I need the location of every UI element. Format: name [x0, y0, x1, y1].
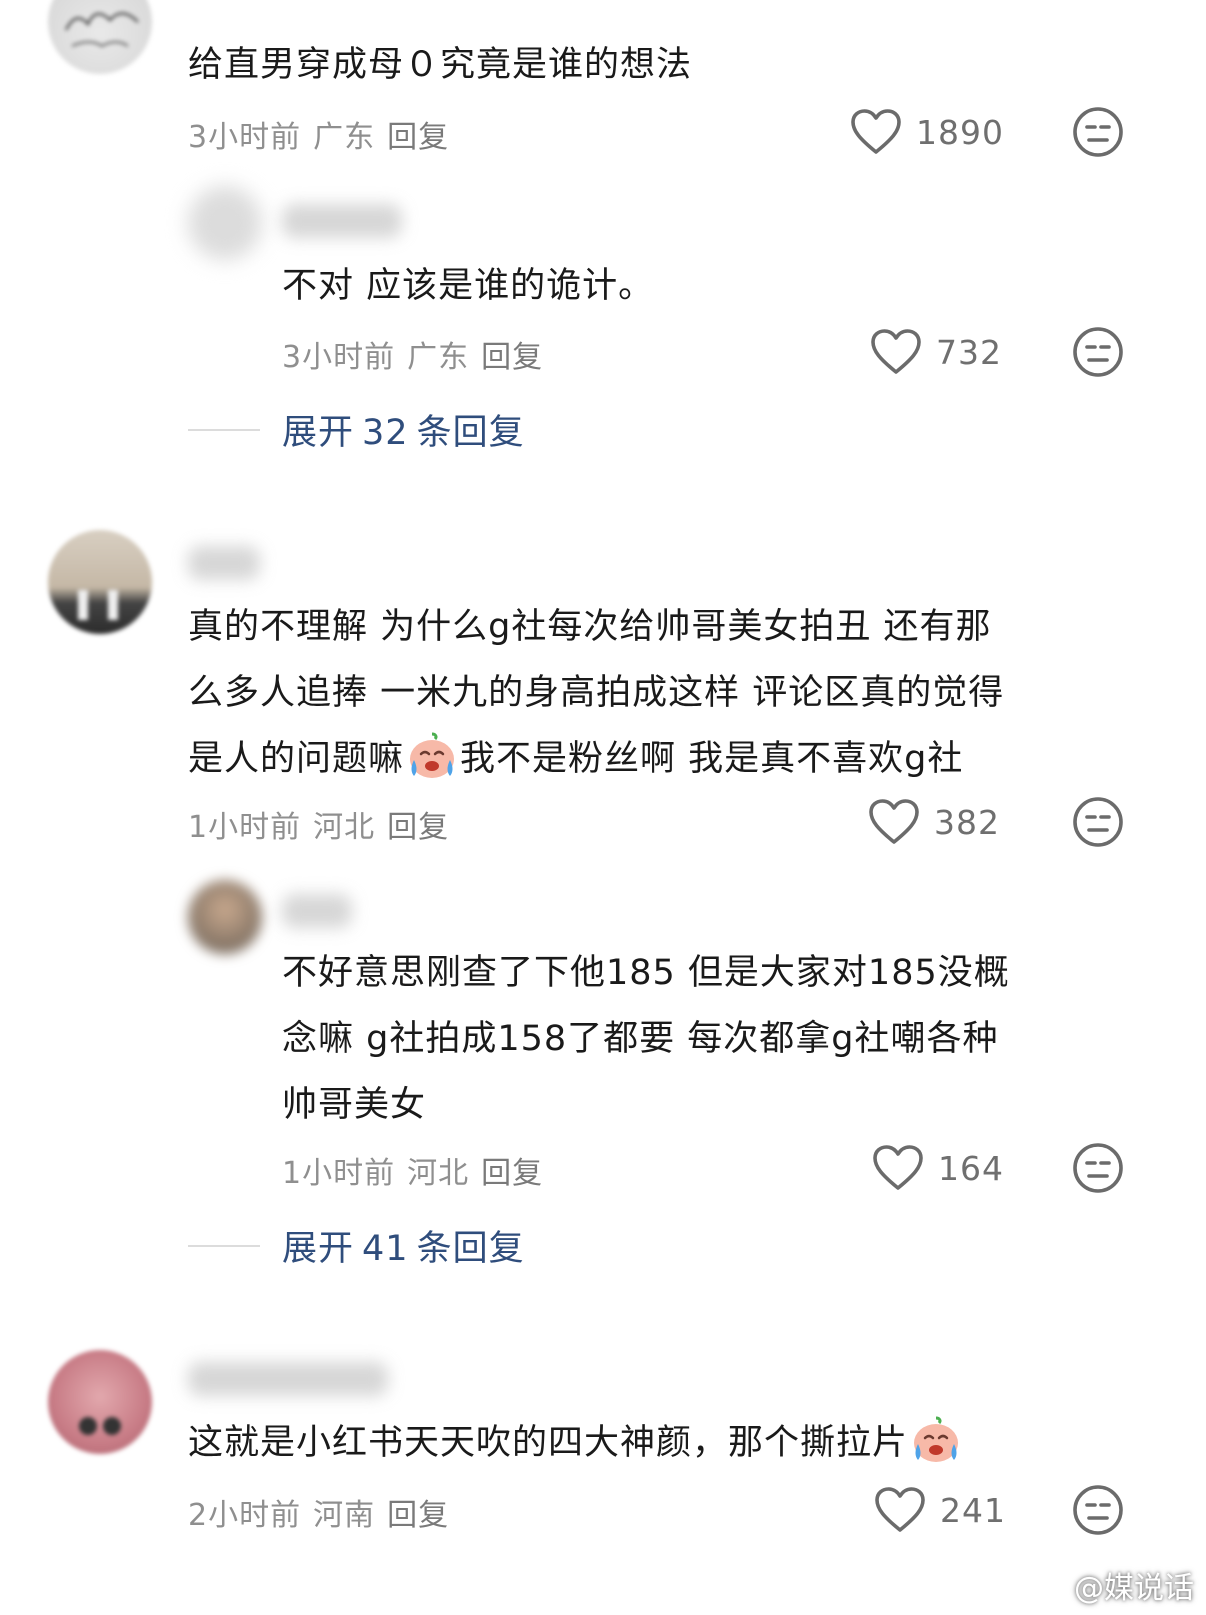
region: 河北 [313, 810, 376, 845]
heart-outline-icon [872, 1144, 924, 1192]
neutral-face-icon[interactable] [1072, 326, 1124, 378]
crying-emoji-icon [910, 1414, 962, 1466]
avatar[interactable] [188, 880, 262, 954]
comment-meta: 1小时前 河北 回复 [188, 802, 461, 846]
avatar[interactable] [48, 530, 152, 634]
reply-text: 不好意思刚查了下他185 但是大家对185没概 念嘛 g社拍成158了都要 每次… [282, 940, 1010, 1138]
expand-replies-button[interactable]: 展开 41 条回复 [188, 1220, 525, 1271]
comment-line: 不好意思刚查了下他185 但是大家对185没概 [282, 953, 1010, 993]
divider [188, 428, 260, 431]
heart-outline-icon [870, 328, 922, 376]
avatar[interactable] [48, 1350, 152, 1454]
reply-button[interactable]: 回复 [387, 120, 449, 155]
region: 河北 [407, 1156, 470, 1191]
username-blurred [282, 894, 352, 928]
watermark-text: @媒说话 [1074, 1571, 1194, 1606]
timestamp: 3小时前 [188, 120, 302, 155]
like-count: 164 [938, 1148, 1004, 1188]
heart-outline-icon [850, 108, 902, 156]
expand-prefix: 展开 [282, 413, 355, 453]
like-button[interactable]: 164 [872, 1142, 1004, 1194]
comment-text: 真的不理解 为什么g社每次给帅哥美女拍丑 还有那 么多人追捧 一米九的身高拍成这… [188, 594, 1004, 792]
like-count: 732 [936, 332, 1002, 372]
timestamp: 2小时前 [188, 1498, 302, 1533]
comment-line-part: 是人的问题嘛 [188, 739, 405, 779]
expand-count: 41 [362, 1229, 409, 1269]
comment-line: 真的不理解 为什么g社每次给帅哥美女拍丑 还有那 [188, 607, 992, 647]
reply-button[interactable]: 回复 [481, 1156, 543, 1191]
like-button[interactable]: 382 [868, 796, 1000, 848]
reply-button[interactable]: 回复 [481, 340, 543, 375]
region: 河南 [313, 1498, 376, 1533]
neutral-face-icon[interactable] [1072, 1484, 1124, 1536]
watermark: @媒说话 [1026, 1563, 1194, 1607]
region: 广东 [313, 120, 376, 155]
comment-line: 念嘛 g社拍成158了都要 每次都拿g社嘲各种 [282, 1019, 999, 1059]
timestamp: 3小时前 [282, 340, 396, 375]
expand-prefix: 展开 [282, 1229, 355, 1269]
comment-line: 是人的问题嘛 我不是粉丝啊 我是真不喜欢g社 [188, 726, 1004, 792]
reply-text: 不对 应该是谁的诡计。 [282, 253, 654, 319]
weibo-logo-icon [1026, 1572, 1066, 1602]
like-count: 1890 [916, 112, 1004, 152]
reply-button[interactable]: 回复 [387, 1498, 449, 1533]
expand-count: 32 [362, 413, 409, 453]
comment-meta: 1小时前 河北 回复 [282, 1148, 555, 1192]
username-blurred [282, 204, 402, 238]
comment-line-part: 我不是粉丝啊 我是真不喜欢g社 [460, 739, 964, 779]
expand-label: 展开 32 条回复 [282, 404, 525, 455]
region: 广东 [407, 340, 470, 375]
comment-line: 帅哥美女 [282, 1085, 427, 1125]
comment-text: 给直男穿成母０究竟是谁的想法 [188, 32, 692, 98]
heart-outline-icon [868, 798, 920, 846]
comment-line-part: 这就是小红书天天吹的四大神颜，那个撕拉片 [188, 1423, 909, 1463]
expand-label: 展开 41 条回复 [282, 1220, 525, 1271]
username-blurred [188, 546, 260, 580]
neutral-face-icon[interactable] [1072, 1142, 1124, 1194]
comment-line: 这就是小红书天天吹的四大神颜，那个撕拉片 [188, 1410, 964, 1476]
comment-text: 这就是小红书天天吹的四大神颜，那个撕拉片 [188, 1410, 964, 1476]
comment-line: 么多人追捧 一米九的身高拍成这样 评论区真的觉得 [188, 673, 1005, 713]
comment-meta: 3小时前 广东 回复 [188, 112, 461, 156]
comment-meta: 2小时前 河南 回复 [188, 1490, 461, 1534]
comment-line: 不对 应该是谁的诡计。 [282, 266, 655, 306]
expand-replies-button[interactable]: 展开 32 条回复 [188, 404, 525, 455]
like-count: 382 [934, 802, 1000, 842]
expand-suffix: 条回复 [416, 413, 525, 453]
avatar[interactable] [188, 186, 262, 260]
timestamp: 1小时前 [282, 1156, 396, 1191]
heart-outline-icon [874, 1486, 926, 1534]
timestamp: 1小时前 [188, 810, 302, 845]
neutral-face-icon[interactable] [1072, 106, 1124, 158]
like-button[interactable]: 1890 [850, 106, 1004, 158]
like-button[interactable]: 732 [870, 326, 1002, 378]
like-count: 241 [940, 1490, 1006, 1530]
comment-meta: 3小时前 广东 回复 [282, 332, 555, 376]
expand-suffix: 条回复 [416, 1229, 525, 1269]
divider [188, 1244, 260, 1247]
reply-button[interactable]: 回复 [387, 810, 449, 845]
like-button[interactable]: 241 [874, 1484, 1006, 1536]
avatar[interactable] [48, 0, 152, 74]
username-blurred [188, 1362, 388, 1396]
crying-emoji-icon [406, 730, 458, 782]
neutral-face-icon[interactable] [1072, 796, 1124, 848]
comment-line: 给直男穿成母０究竟是谁的想法 [188, 45, 693, 85]
